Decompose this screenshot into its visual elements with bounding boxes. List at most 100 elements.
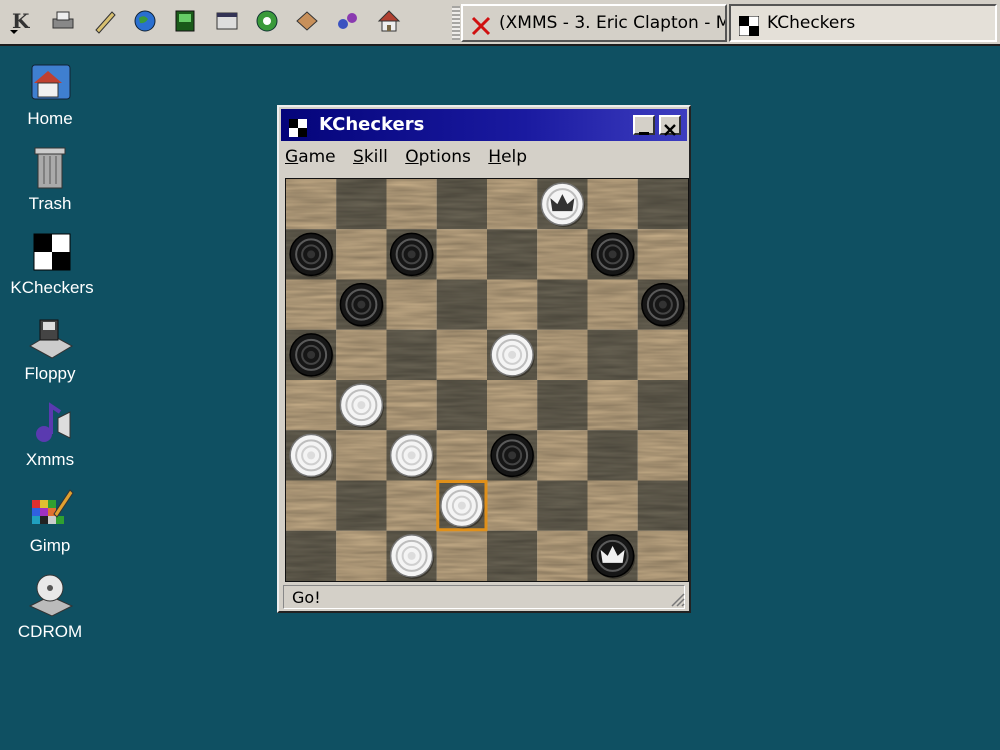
desktop-icon-trash[interactable]: Trash bbox=[0, 142, 100, 214]
close-icon bbox=[664, 124, 676, 136]
task-button-xmms[interactable]: (XMMS - 3. Eric Clapton - My... bbox=[461, 4, 727, 42]
board-square[interactable] bbox=[336, 480, 387, 531]
board-square[interactable] bbox=[286, 480, 337, 531]
window-icon[interactable] bbox=[214, 8, 240, 34]
desktop-icon-label: Trash bbox=[28, 194, 72, 213]
menu-help[interactable]: Help bbox=[488, 147, 527, 167]
floppy-drive-icon bbox=[28, 319, 74, 359]
menu-skill[interactable]: Skill bbox=[353, 147, 388, 167]
board-square[interactable] bbox=[336, 179, 387, 230]
kcheckers-window: KCheckers Game Skill Options Help Go! bbox=[277, 105, 691, 613]
desktop-icon-cdrom[interactable]: CDROM bbox=[0, 570, 100, 642]
board-square[interactable] bbox=[637, 380, 688, 431]
board-square[interactable] bbox=[637, 530, 688, 581]
board-square[interactable] bbox=[436, 530, 487, 581]
desktop-icon-label: Gimp bbox=[29, 536, 71, 555]
checker-icon bbox=[289, 116, 307, 137]
window-title: KCheckers bbox=[319, 114, 425, 135]
kde-k-menu-icon[interactable]: K bbox=[8, 8, 34, 34]
desktop-icon-floppy[interactable]: Floppy bbox=[0, 312, 100, 384]
board-square[interactable] bbox=[336, 329, 387, 380]
board-square[interactable] bbox=[386, 380, 437, 431]
board-square[interactable] bbox=[386, 480, 437, 531]
board-square[interactable] bbox=[537, 530, 588, 581]
task-label-kcheckers: KCheckers bbox=[767, 13, 856, 33]
board-square[interactable] bbox=[436, 329, 487, 380]
board-square[interactable] bbox=[637, 229, 688, 280]
board-square[interactable] bbox=[587, 179, 638, 230]
desktop-icon-label: Home bbox=[27, 109, 73, 128]
music-note-icon bbox=[36, 402, 71, 442]
home-icon[interactable] bbox=[376, 8, 402, 34]
desktop-icon-label: Xmms bbox=[25, 450, 75, 469]
board-square[interactable] bbox=[336, 530, 387, 581]
status-bar: Go! bbox=[283, 585, 685, 609]
board-square[interactable] bbox=[487, 380, 538, 431]
minimize-button[interactable] bbox=[633, 115, 655, 135]
board-square[interactable] bbox=[487, 229, 538, 280]
board-square[interactable] bbox=[487, 480, 538, 531]
board-square[interactable] bbox=[637, 480, 688, 531]
desktop-icon-gimp[interactable]: Gimp bbox=[0, 484, 100, 556]
board-square[interactable] bbox=[587, 279, 638, 330]
svg-text:K: K bbox=[12, 9, 30, 33]
desktop-icon-kcheckers[interactable]: KCheckers bbox=[2, 230, 102, 298]
board-square[interactable] bbox=[587, 329, 638, 380]
board-square[interactable] bbox=[637, 329, 688, 380]
board-square[interactable] bbox=[436, 279, 487, 330]
taskbar: K (XMMS - 3. Eric Clapton - My... KCheck… bbox=[0, 0, 1000, 46]
minimize-icon bbox=[639, 132, 649, 135]
desktop-icon-label: CDROM bbox=[17, 622, 83, 641]
desktop-icon-home[interactable]: Home bbox=[0, 55, 100, 129]
desktop-icon-label: KCheckers bbox=[10, 278, 94, 297]
board-square[interactable] bbox=[487, 530, 538, 581]
board-square[interactable] bbox=[286, 179, 337, 230]
board-square[interactable] bbox=[637, 179, 688, 230]
board-square[interactable] bbox=[386, 279, 437, 330]
board-square[interactable] bbox=[637, 430, 688, 481]
board-square[interactable] bbox=[286, 279, 337, 330]
board-square[interactable] bbox=[487, 279, 538, 330]
menu-options[interactable]: Options bbox=[405, 147, 471, 167]
board-square[interactable] bbox=[537, 279, 588, 330]
board-square[interactable] bbox=[436, 380, 487, 431]
checker-icon bbox=[33, 233, 71, 271]
terminal-board-icon[interactable] bbox=[172, 8, 198, 34]
window-titlebar[interactable]: KCheckers bbox=[281, 109, 687, 141]
board-square[interactable] bbox=[436, 179, 487, 230]
board-square[interactable] bbox=[537, 480, 588, 531]
board-square[interactable] bbox=[336, 430, 387, 481]
board-square[interactable] bbox=[587, 380, 638, 431]
desktop-icon-label: Floppy bbox=[24, 364, 76, 383]
taskbar-separator[interactable] bbox=[452, 6, 460, 40]
board-square[interactable] bbox=[286, 380, 337, 431]
board-square[interactable] bbox=[286, 530, 337, 581]
board-square[interactable] bbox=[537, 229, 588, 280]
task-button-kcheckers[interactable]: KCheckers bbox=[729, 4, 997, 42]
pencil-tool-icon[interactable] bbox=[92, 8, 118, 34]
green-ball-icon[interactable] bbox=[254, 8, 280, 34]
board-square[interactable] bbox=[537, 380, 588, 431]
resize-grip-icon[interactable] bbox=[667, 589, 685, 607]
board-square[interactable] bbox=[537, 329, 588, 380]
board-square[interactable] bbox=[537, 430, 588, 481]
board-square[interactable] bbox=[336, 229, 387, 280]
board-square[interactable] bbox=[436, 229, 487, 280]
menu-game[interactable]: Game bbox=[285, 147, 336, 167]
desktop-icon-xmms[interactable]: Xmms bbox=[0, 398, 100, 470]
menubar: Game Skill Options Help bbox=[285, 147, 539, 173]
gimp-palette-icon bbox=[32, 489, 74, 524]
globe-icon[interactable] bbox=[132, 8, 158, 34]
checkers-board[interactable] bbox=[285, 178, 689, 582]
board-square[interactable] bbox=[587, 480, 638, 531]
media-icon[interactable] bbox=[334, 8, 360, 34]
board-square[interactable] bbox=[386, 179, 437, 230]
close-button[interactable] bbox=[659, 115, 681, 136]
board-square[interactable] bbox=[487, 179, 538, 230]
package-icon[interactable] bbox=[294, 8, 320, 34]
board-square[interactable] bbox=[386, 329, 437, 380]
cdrom-icon bbox=[28, 574, 74, 617]
board-square[interactable] bbox=[436, 430, 487, 481]
printer-icon[interactable] bbox=[50, 8, 76, 34]
board-square[interactable] bbox=[587, 430, 638, 481]
